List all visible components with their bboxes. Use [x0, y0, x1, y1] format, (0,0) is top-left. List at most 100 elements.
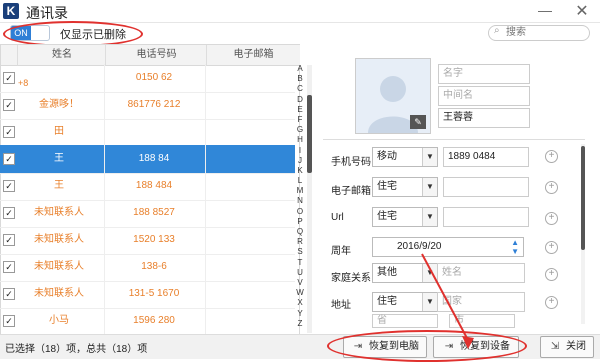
header-checkbox-col[interactable]: [1, 45, 17, 66]
row-checkbox[interactable]: ✓: [3, 99, 15, 111]
contact-phone: 188 484: [135, 180, 173, 191]
given-name-field[interactable]: 王蓉蓉: [438, 108, 530, 128]
contact-phone: 861776 212: [127, 99, 181, 110]
table-row[interactable]: ✓ 未知联系人 1520 133: [0, 226, 295, 255]
alphabet-letter[interactable]: Y: [295, 309, 305, 319]
row-checkbox[interactable]: ✓: [3, 126, 15, 138]
contact-name-secondary: +8: [18, 78, 29, 88]
exit-icon: ⇲: [550, 341, 560, 352]
alphabet-letter[interactable]: I: [295, 146, 305, 156]
alphabet-letter[interactable]: G: [295, 125, 305, 135]
column-divider: [104, 118, 105, 146]
row-checkbox[interactable]: ✓: [3, 315, 15, 327]
column-divider: [205, 118, 206, 146]
column-divider: [104, 64, 105, 92]
row-checkbox[interactable]: ✓: [3, 180, 15, 192]
alphabet-letter[interactable]: K: [295, 166, 305, 176]
url-type-select[interactable]: 住宅 ▼: [372, 207, 438, 227]
alphabet-letter[interactable]: M: [295, 186, 305, 196]
email-type-select[interactable]: 住宅 ▼: [372, 177, 438, 197]
phone-input[interactable]: 1889 0484: [443, 147, 529, 167]
column-divider: [205, 64, 206, 92]
contact-phone: 1596 280: [133, 315, 175, 326]
search-icon: ⌕: [494, 25, 500, 36]
alphabet-letter[interactable]: D: [295, 95, 305, 105]
table-row[interactable]: ✓ 0150 62 +8: [0, 64, 295, 93]
email-input[interactable]: [443, 177, 529, 197]
add-anniversary-icon[interactable]: +: [545, 241, 558, 254]
table-row[interactable]: ✓ 金源哆！ 861776 212: [0, 91, 295, 120]
table-row[interactable]: ✓ 王 188 484: [0, 172, 295, 201]
column-divider: [205, 199, 206, 227]
add-url-icon[interactable]: +: [545, 212, 558, 225]
row-checkbox[interactable]: ✓: [3, 234, 15, 246]
alphabet-letter[interactable]: T: [295, 258, 305, 268]
row-checkbox[interactable]: ✓: [3, 288, 15, 300]
row-checkbox[interactable]: ✓: [3, 153, 15, 165]
alphabet-letter[interactable]: U: [295, 268, 305, 278]
close-button[interactable]: ⇲ 关闭: [540, 336, 594, 358]
phone-type-select[interactable]: 移动 ▼: [372, 147, 438, 167]
chevron-down-icon: ▼: [422, 178, 437, 196]
alphabet-letter[interactable]: C: [295, 84, 305, 94]
alphabet-letter[interactable]: A: [295, 64, 305, 74]
phone-type-value: 移动: [377, 151, 397, 162]
detail-scroll-thumb[interactable]: [581, 146, 585, 250]
selection-status: 已选择（18）项，总共（18）项: [5, 344, 148, 355]
alphabet-letter[interactable]: Z: [295, 319, 305, 329]
alphabet-letter[interactable]: J: [295, 156, 305, 166]
middle-name-field[interactable]: 中间名: [438, 86, 530, 106]
table-row[interactable]: ✓ 未知联系人 138-6: [0, 253, 295, 282]
date-spinner-icon[interactable]: ▲ ▼: [511, 238, 519, 256]
minimize-button[interactable]: —: [535, 2, 555, 20]
edit-avatar-icon[interactable]: ✎: [410, 115, 426, 129]
column-divider: [205, 226, 206, 254]
alphabet-index: ABCDEFGHIJKLMNOPQRSTUVWXYZ: [295, 64, 305, 329]
alphabet-letter[interactable]: W: [295, 288, 305, 298]
alphabet-letter[interactable]: P: [295, 217, 305, 227]
contact-name: 未知联系人: [34, 261, 84, 272]
table-row[interactable]: ✓ 未知联系人 188 8527: [0, 199, 295, 228]
contact-name: 未知联系人: [34, 234, 84, 245]
title-bar: [0, 0, 600, 23]
app-logo-icon: K: [3, 3, 19, 19]
header-name[interactable]: 姓名: [17, 45, 106, 66]
contact-phone: 188 84: [138, 153, 170, 164]
add-phone-icon[interactable]: +: [545, 150, 558, 163]
table-row[interactable]: ✓ 王 188 84: [0, 145, 295, 174]
alphabet-letter[interactable]: F: [295, 115, 305, 125]
column-divider: [205, 172, 206, 200]
search-input[interactable]: [506, 25, 584, 39]
alphabet-letter[interactable]: R: [295, 237, 305, 247]
alphabet-letter[interactable]: O: [295, 207, 305, 217]
alphabet-letter[interactable]: V: [295, 278, 305, 288]
alphabet-letter[interactable]: H: [295, 135, 305, 145]
alphabet-letter[interactable]: L: [295, 176, 305, 186]
column-divider: [205, 253, 206, 281]
row-checkbox[interactable]: ✓: [3, 261, 15, 273]
column-divider: [104, 226, 105, 254]
table-scroll-thumb[interactable]: [307, 95, 312, 173]
contact-name: 金源哆！: [39, 99, 79, 110]
column-divider: [104, 199, 105, 227]
close-window-button[interactable]: ✕: [571, 1, 593, 21]
add-family-icon[interactable]: +: [545, 268, 558, 281]
header-email[interactable]: 电子邮箱: [206, 45, 300, 66]
alphabet-letter[interactable]: S: [295, 247, 305, 257]
alphabet-letter[interactable]: Q: [295, 227, 305, 237]
table-row[interactable]: ✓ 未知联系人 131-5 1670: [0, 280, 295, 309]
alphabet-letter[interactable]: B: [295, 74, 305, 84]
header-phone[interactable]: 电话号码: [105, 45, 207, 66]
add-email-icon[interactable]: +: [545, 181, 558, 194]
add-address-icon[interactable]: +: [545, 296, 558, 309]
url-input[interactable]: [443, 207, 529, 227]
alphabet-letter[interactable]: E: [295, 105, 305, 115]
surname-field[interactable]: 名字: [438, 64, 530, 84]
alphabet-letter[interactable]: N: [295, 196, 305, 206]
alphabet-letter[interactable]: X: [295, 298, 305, 308]
row-checkbox[interactable]: ✓: [3, 207, 15, 219]
table-row[interactable]: ✓ 田: [0, 118, 295, 147]
family-label: 家庭关系: [331, 273, 371, 284]
row-checkbox[interactable]: ✓: [3, 72, 15, 84]
table-row[interactable]: ✓ 小马 1596 280: [0, 307, 295, 336]
